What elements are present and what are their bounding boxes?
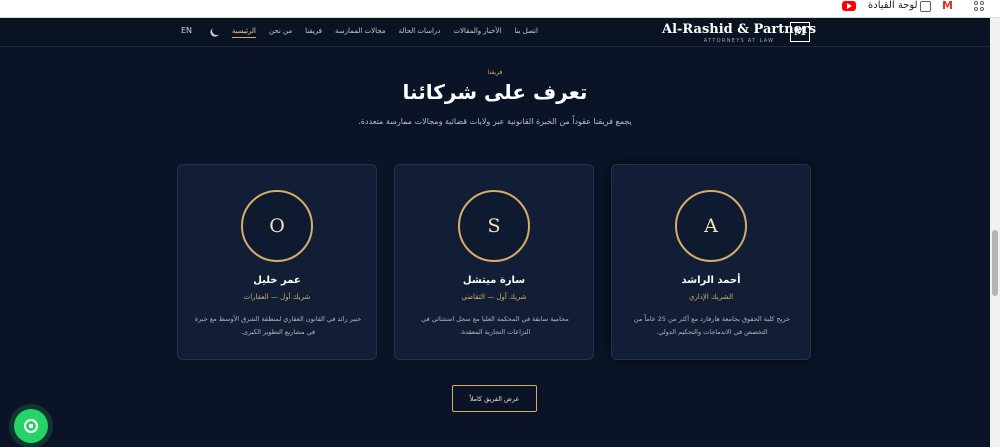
view-full-team-button[interactable]: عرض الفريق كاملاً [452, 385, 537, 412]
partner-card[interactable]: O عمر خليل شريك أول — العقارات خبير رائد… [177, 164, 377, 360]
avatar: O [241, 190, 313, 262]
whatsapp-icon [24, 419, 38, 433]
nav-about[interactable]: من نحن [269, 27, 292, 38]
gmail-icon[interactable]: M [942, 0, 953, 12]
nav-contact[interactable]: اتصل بنا [514, 27, 538, 38]
section-kicker: فريقنا [487, 69, 503, 76]
partner-name: عمر خليل [253, 275, 301, 286]
nav-team[interactable]: فريقنا [305, 27, 322, 38]
youtube-icon[interactable] [842, 1, 856, 11]
partner-name: أحمد الراشد [681, 275, 741, 286]
nav-news[interactable]: الأخبار والمقالات [453, 27, 501, 38]
language-toggle[interactable]: EN [181, 26, 192, 35]
bookmarks-bar: لوحة القيادة M [0, 0, 1000, 18]
partner-card[interactable]: S سارة ميتشل شريك أول — التقاضي محامية س… [394, 164, 594, 360]
avatar-initial: A [704, 215, 718, 237]
nav-case-studies[interactable]: دراسات الحالة [399, 27, 441, 38]
nav-home[interactable]: الرئيسية [231, 27, 256, 38]
partner-bio: محامية سابقة في المحكمة العليا مع سجل اس… [421, 315, 569, 336]
site-header: EN الرئيسية من نحن فريقنا مجالات الممارس… [0, 18, 990, 47]
whatsapp-button[interactable] [14, 409, 48, 443]
folder-icon[interactable] [920, 1, 931, 12]
partner-name: سارة ميتشل [462, 275, 526, 286]
partner-card[interactable]: A أحمد الراشد الشريك الإداري خريج كلية ا… [611, 164, 811, 360]
partner-role: شريك أول — العقارات [243, 293, 311, 301]
avatar: A [675, 190, 747, 262]
scrollbar-thumb[interactable] [992, 230, 998, 296]
avatar-initial: S [487, 215, 501, 237]
avatar-initial: O [269, 215, 285, 237]
partner-bio: خريج كلية الحقوق بجامعة هارفارد مع أكثر … [633, 315, 791, 336]
page-scrollbar[interactable] [990, 18, 1000, 447]
partner-bio: خبير رائد في القانون العقاري لمنطقة الشر… [194, 315, 362, 336]
bookmark-dashboard[interactable]: لوحة القيادة [868, 0, 918, 11]
main-nav: الرئيسية من نحن فريقنا مجالات الممارسة د… [231, 27, 538, 38]
section-title: تعرف على شركائنا [402, 80, 588, 104]
partner-role: شريك أول — التقاضي [461, 293, 527, 301]
avatar: S [458, 190, 530, 262]
brand-logo[interactable]: M [790, 22, 810, 42]
apps-icon[interactable] [974, 1, 986, 12]
partner-role: الشريك الإداري [688, 293, 734, 301]
nav-practice-areas[interactable]: مجالات الممارسة [335, 27, 386, 38]
moon-icon[interactable] [211, 25, 223, 37]
section-subtitle: يجمع فريقنا عقوداً من الخبرة القانونية ع… [358, 117, 632, 126]
